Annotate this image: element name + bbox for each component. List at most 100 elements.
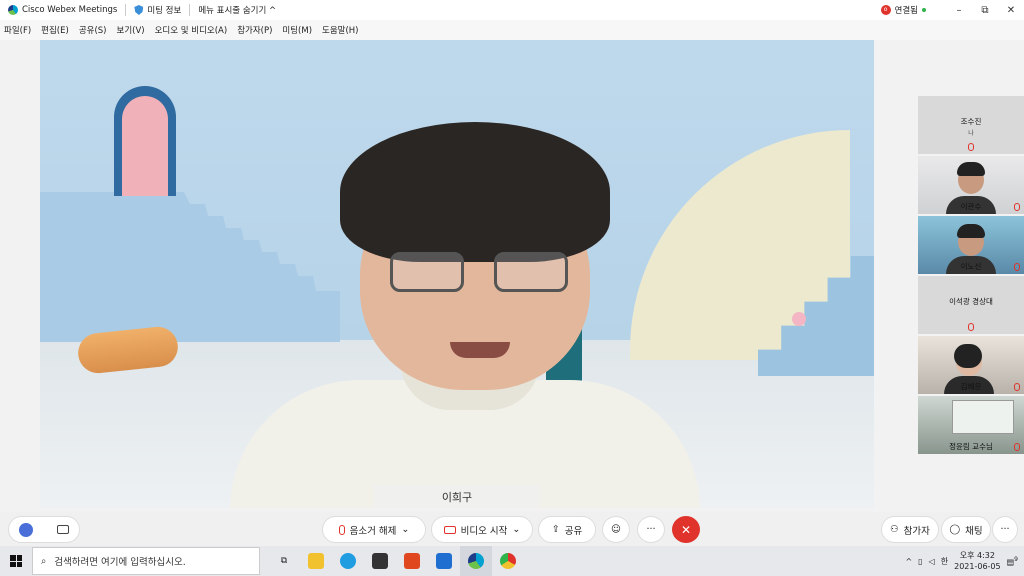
participant-name: 김혜윤: [960, 382, 982, 391]
menu-edit[interactable]: 편집(E): [41, 24, 69, 36]
participant-hair: [954, 344, 982, 368]
recording-icon: o: [880, 5, 891, 15]
menu-participants[interactable]: 참가자(P): [237, 24, 272, 36]
menu-meeting[interactable]: 미팅(M): [282, 24, 312, 36]
close-button[interactable]: ✕: [998, 5, 1024, 16]
closed-captions-icon[interactable]: [57, 525, 70, 534]
menu-bar: 파일(F) 편집(E) 공유(S) 보기(V) 오디오 및 비디오(A) 참가자…: [0, 20, 1024, 40]
app-title-tab[interactable]: Cisco Webex Meetings: [0, 0, 125, 20]
file-explorer-icon[interactable]: [300, 546, 332, 576]
clock-time: 오후 4:32: [959, 551, 995, 560]
connected-dot-icon: [922, 8, 926, 12]
app-title: Cisco Webex Meetings: [22, 5, 118, 15]
reactions-button[interactable]: ☺: [602, 516, 630, 543]
meeting-info-button[interactable]: 미팅 정보: [126, 0, 189, 20]
edge-browser-icon[interactable]: [332, 546, 364, 576]
hide-menu-bar-label: 메뉴 표시줄 숨기기 ^: [198, 6, 277, 16]
muted-mic-icon: [968, 323, 974, 331]
participant-name: 이석광 경상대: [949, 297, 993, 306]
hide-menu-bar-button[interactable]: 메뉴 표시줄 숨기기 ^: [190, 0, 284, 20]
start-video-label: 비디오 시작: [460, 525, 508, 537]
windows-taskbar: ⌕ 검색하려면 여기에 입력하십시오. ⧉ ^ ▯ ◁ 한 오후 4:32 20…: [0, 546, 1024, 576]
participants-label: 참가자: [903, 525, 930, 537]
participant-tile[interactable]: 김혜윤: [918, 336, 1024, 394]
share-button[interactable]: ⇪ 공유: [538, 516, 596, 543]
chevron-up-icon[interactable]: ^: [905, 557, 912, 566]
menu-view[interactable]: 보기(V): [117, 24, 145, 36]
network-icon[interactable]: ▯: [918, 557, 922, 566]
search-icon: ⌕: [41, 555, 47, 567]
participant-tile[interactable]: 정윤림 교수님: [918, 396, 1024, 454]
participant-self-label: 나: [968, 130, 974, 137]
start-video-button[interactable]: 비디오 시작 ⌄: [431, 516, 533, 543]
speaker-hair: [340, 122, 610, 262]
muted-mic-icon: [1014, 263, 1020, 271]
windows-logo-icon: [10, 555, 22, 567]
participant-tile[interactable]: 이관수: [918, 156, 1024, 214]
start-button[interactable]: [0, 546, 32, 576]
background-ball: [792, 312, 806, 326]
unmute-button[interactable]: 음소거 해제 ⌄: [322, 516, 426, 543]
more-options-button[interactable]: ···: [637, 516, 665, 543]
meeting-controls: 음소거 해제 ⌄ 비디오 시작 ⌄ ⇪ 공유 ☺ ··· ✕ ⚇ 참가자 ◯ 채…: [0, 512, 1024, 546]
active-speaker-name: 이희구: [374, 485, 540, 508]
connection-label: 연결됨: [894, 6, 918, 16]
notification-count: 9: [1014, 555, 1018, 563]
speaker-figure: [230, 110, 700, 508]
chat-label: 채팅: [965, 525, 983, 537]
office-icon[interactable]: [396, 546, 428, 576]
speaker-mouth: [450, 342, 510, 358]
unmute-label: 음소거 해제: [349, 525, 397, 537]
active-speaker-video[interactable]: 이희구: [40, 40, 874, 508]
store-icon[interactable]: [364, 546, 396, 576]
participant-name: 조수진: [960, 117, 982, 126]
participant-name: 정윤림 교수님: [949, 442, 993, 451]
end-call-button[interactable]: ✕: [672, 516, 700, 543]
participant-tile[interactable]: 이노신: [918, 216, 1024, 274]
chat-panel-button[interactable]: ◯ 채팅: [941, 516, 991, 543]
task-view-icon[interactable]: ⧉: [268, 546, 300, 576]
webex-taskbar-icon[interactable]: [460, 546, 492, 576]
background-arch-inner: [122, 96, 168, 196]
assistant-group: [8, 516, 80, 543]
participant-screen: [952, 400, 1014, 434]
speaker-icon[interactable]: ◁: [929, 557, 935, 566]
window-controls: – ⧉ ✕: [946, 0, 1024, 20]
participant-tile[interactable]: 이석광 경상대: [918, 276, 1024, 334]
webex-logo-icon: [8, 5, 18, 15]
menu-share[interactable]: 공유(S): [79, 24, 107, 36]
menu-file[interactable]: 파일(F): [4, 24, 31, 36]
participant-tile[interactable]: 조수진 나: [918, 96, 1024, 154]
maximize-button[interactable]: ⧉: [972, 5, 998, 16]
chevron-down-icon[interactable]: ⌄: [512, 524, 520, 535]
ime-indicator[interactable]: 한: [941, 556, 948, 567]
menu-help[interactable]: 도움말(H): [322, 24, 358, 36]
assistant-bot-icon[interactable]: [18, 522, 33, 537]
chrome-icon[interactable]: [492, 546, 524, 576]
more-label: ···: [1000, 524, 1010, 535]
glasses-lens-left: [390, 252, 464, 292]
close-icon: ✕: [680, 522, 692, 537]
glasses-lens-right: [494, 252, 568, 292]
more-label: ···: [646, 524, 656, 535]
panel-more-button[interactable]: ···: [992, 516, 1018, 543]
chat-bubble-icon: ◯: [949, 524, 961, 535]
taskbar-apps: ⧉: [268, 546, 524, 576]
notification-icon[interactable]: ▤9: [1007, 556, 1018, 567]
camera-off-icon: [443, 525, 456, 534]
mail-icon[interactable]: [428, 546, 460, 576]
chevron-down-icon[interactable]: ⌄: [401, 524, 409, 535]
muted-mic-icon: [968, 143, 974, 151]
clock[interactable]: 오후 4:32 2021-06-05: [954, 550, 1001, 572]
smiley-icon: ☺: [611, 524, 621, 535]
menu-audio-video[interactable]: 오디오 및 비디오(A): [155, 24, 228, 36]
connection-status[interactable]: o 연결됨: [880, 0, 926, 20]
taskbar-search[interactable]: ⌕ 검색하려면 여기에 입력하십시오.: [32, 547, 260, 575]
meeting-info-label: 미팅 정보: [147, 6, 182, 16]
participants-panel-button[interactable]: ⚇ 참가자: [881, 516, 939, 543]
mic-muted-icon: [338, 524, 345, 535]
minimize-button[interactable]: –: [946, 5, 972, 16]
participant-name: 이노신: [960, 262, 982, 271]
participant-hair: [957, 162, 985, 176]
participant-name: 이관수: [960, 202, 982, 211]
